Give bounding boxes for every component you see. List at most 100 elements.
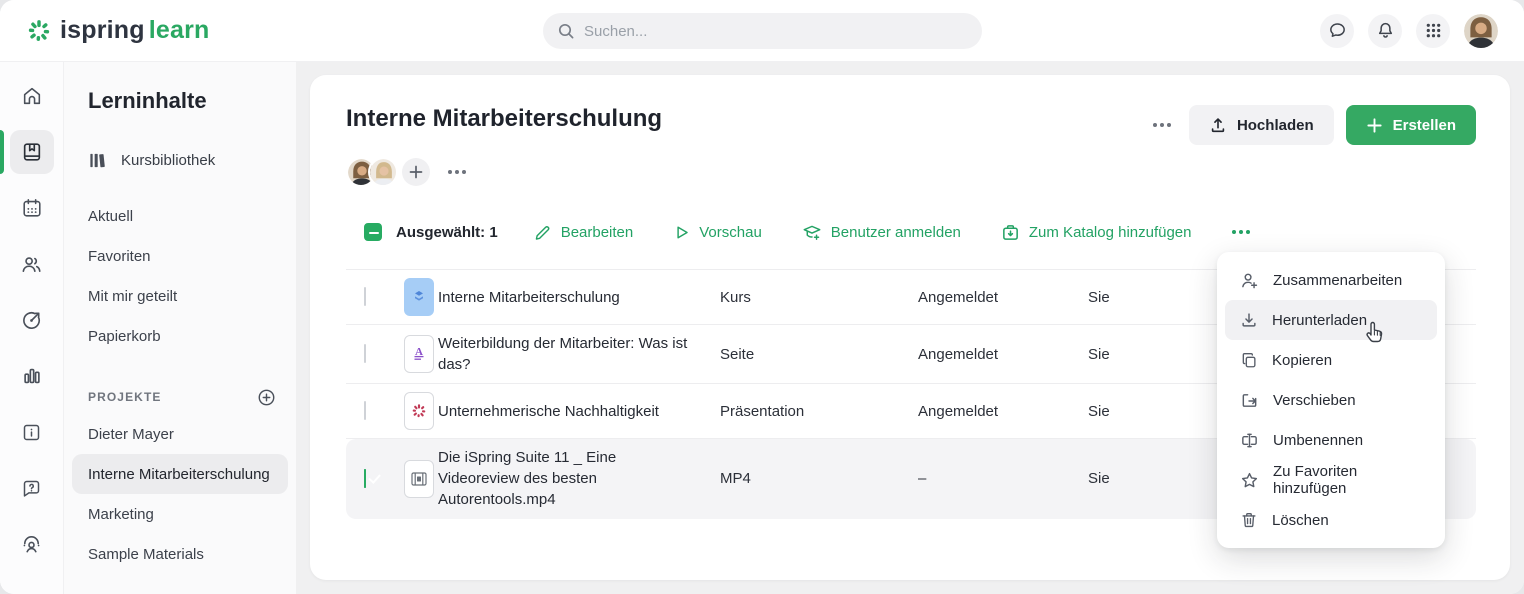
enroll-users-action[interactable]: Benutzer anmelden — [802, 222, 961, 242]
page-file-icon: A — [404, 335, 434, 373]
support-headset-icon — [20, 533, 43, 556]
toolbar-actions: Bearbeiten Vorschau — [534, 222, 1192, 242]
sidebar-item-mit-mir-geteilt[interactable]: Mit mir geteilt — [64, 276, 296, 316]
row-checkbox[interactable] — [364, 344, 366, 363]
row-title: Unternehmerische Nachhaltigkeit — [438, 401, 720, 422]
sidebar-item-label: Kursbibliothek — [121, 152, 215, 169]
add-project-button[interactable] — [257, 388, 276, 407]
user-avatar[interactable] — [1464, 14, 1498, 48]
download-icon — [1240, 311, 1258, 329]
sidebar-project-sample-materials[interactable]: Sample Materials — [64, 534, 296, 574]
sidebar-item-papierkorb[interactable]: Papierkorb — [64, 316, 296, 356]
ispring-learn-logo[interactable]: ispringlearn — [26, 16, 210, 45]
topbar-icons — [1320, 14, 1498, 48]
rail-item-news[interactable] — [10, 410, 54, 454]
course-file-icon — [404, 278, 434, 316]
row-type: Seite — [720, 346, 918, 363]
logo-text: ispringlearn — [60, 16, 210, 45]
project-members — [346, 157, 1476, 187]
target-icon — [20, 309, 43, 332]
menu-item-zusammenarbeiten[interactable]: Zusammenarbeiten — [1225, 260, 1437, 300]
search-icon — [557, 22, 575, 40]
row-title: Interne Mitarbeiterschulung — [438, 287, 720, 308]
menu-item-herunterladen[interactable]: Herunterladen — [1225, 300, 1437, 340]
menu-item-umbenennen[interactable]: Umbenennen — [1225, 420, 1437, 460]
rename-icon — [1240, 431, 1259, 450]
topbar: ispringlearn — [0, 0, 1524, 62]
menu-item-verschieben[interactable]: Verschieben — [1225, 380, 1437, 420]
sidebar-project-dieter-mayer[interactable]: Dieter Mayer — [64, 414, 296, 454]
sidebar-item-aktuell[interactable]: Aktuell — [64, 196, 296, 236]
sidebar-item-favoriten[interactable]: Favoriten — [64, 236, 296, 276]
video-file-icon — [404, 460, 434, 498]
context-menu: Zusammenarbeiten Herunterladen Kopieren — [1217, 252, 1445, 548]
rail-item-users[interactable] — [10, 242, 54, 286]
selected-count: Ausgewählt: 1 — [396, 224, 498, 241]
presentation-file-icon — [404, 392, 434, 430]
search-bar[interactable] — [543, 13, 982, 49]
rail-item-goals[interactable] — [10, 298, 54, 342]
toolbar-more-icon[interactable] — [1232, 230, 1250, 234]
sidebar: Lerninhalte Kursbibliothek Aktuell Favor… — [64, 62, 296, 594]
edit-action[interactable]: Bearbeiten — [534, 223, 634, 241]
row-status: Angemeldet — [918, 289, 1088, 306]
projects-section-header: PROJEKTE — [64, 380, 296, 414]
sidebar-item-kursbibliothek[interactable]: Kursbibliothek — [64, 142, 296, 178]
upload-button[interactable]: Hochladen — [1189, 105, 1334, 145]
more-options-icon[interactable] — [1147, 117, 1177, 133]
menu-item-kopieren[interactable]: Kopieren — [1225, 340, 1437, 380]
app-window: ispringlearn — [0, 0, 1524, 594]
row-status: – — [918, 470, 1088, 487]
trash-icon — [1240, 511, 1258, 529]
menu-item-loeschen[interactable]: Löschen — [1225, 500, 1437, 540]
row-title: Die iSpring Suite 11 _ Eine Videoreview … — [438, 447, 720, 510]
header-actions: Hochladen Erstellen — [1147, 105, 1476, 145]
messages-button[interactable] — [1320, 14, 1354, 48]
info-board-icon — [21, 422, 42, 443]
search-input[interactable] — [584, 23, 968, 40]
plus-icon — [1366, 117, 1383, 134]
select-all-checkbox[interactable] — [364, 223, 382, 241]
book-icon — [21, 141, 43, 163]
move-icon — [1240, 391, 1259, 410]
member-avatar[interactable] — [368, 157, 398, 187]
page-title: Interne Mitarbeiterschulung — [346, 105, 662, 133]
rail-item-reports[interactable] — [10, 354, 54, 398]
rail-item-learning-content[interactable] — [10, 130, 54, 174]
logo-burst-icon — [26, 18, 52, 44]
active-indicator — [0, 130, 4, 174]
upload-icon — [1209, 116, 1227, 134]
sidebar-project-marketing[interactable]: Marketing — [64, 494, 296, 534]
sidebar-project-interne-mitarbeiterschulung[interactable]: Interne Mitarbeiterschulung — [72, 454, 288, 494]
home-icon — [21, 85, 43, 107]
collaborate-icon — [1240, 271, 1259, 290]
rail-item-home[interactable] — [10, 74, 54, 118]
bar-chart-icon — [21, 365, 43, 387]
rail-item-support[interactable] — [10, 522, 54, 566]
library-icon — [88, 151, 107, 170]
help-bubble-icon — [21, 478, 42, 499]
row-checkbox[interactable] — [364, 469, 366, 488]
row-title: Weiterbildung der Mitarbeiter: Was ist d… — [438, 333, 720, 375]
create-button[interactable]: Erstellen — [1346, 105, 1476, 145]
rail-item-help[interactable] — [10, 466, 54, 510]
pencil-icon — [534, 223, 552, 241]
members-more-icon[interactable] — [442, 164, 472, 180]
preview-action[interactable]: Vorschau — [673, 224, 762, 241]
row-type: MP4 — [720, 470, 918, 487]
row-checkbox[interactable] — [364, 287, 366, 306]
projects-label: PROJEKTE — [88, 390, 161, 404]
menu-item-zu-favoriten[interactable]: Zu Favoriten hinzufügen — [1225, 460, 1437, 500]
row-checkbox[interactable] — [364, 401, 366, 420]
enroll-icon — [802, 222, 822, 242]
rail-item-calendar[interactable] — [10, 186, 54, 230]
users-icon — [20, 253, 43, 276]
sidebar-title: Lerninhalte — [64, 88, 296, 114]
play-icon — [673, 224, 690, 241]
card-header: Interne Mitarbeiterschulung Hochladen — [346, 105, 1476, 145]
notifications-button[interactable] — [1368, 14, 1402, 48]
add-member-button[interactable] — [402, 158, 430, 186]
apps-grid-button[interactable] — [1416, 14, 1450, 48]
add-to-catalog-action[interactable]: Zum Katalog hinzufügen — [1001, 223, 1192, 242]
row-type: Kurs — [720, 289, 918, 306]
